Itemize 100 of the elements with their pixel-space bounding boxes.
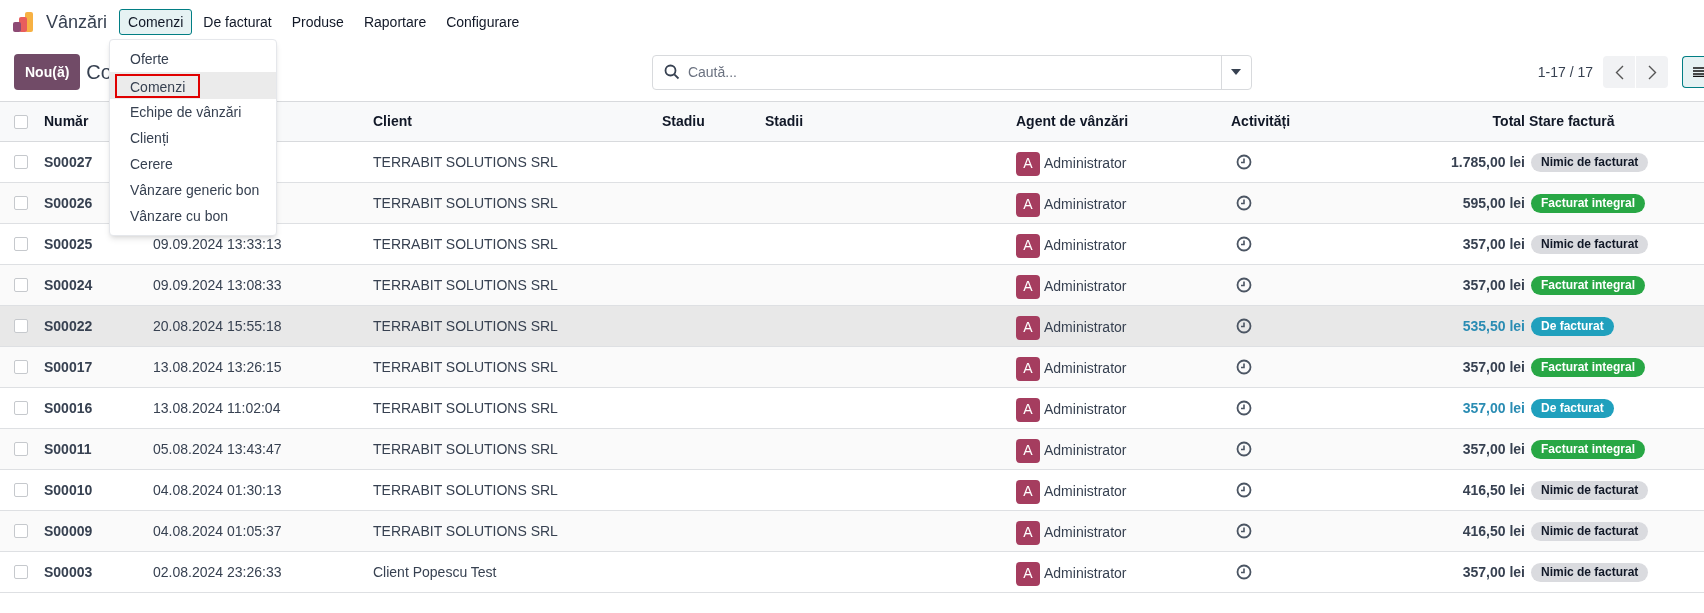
order-date: 04.08.2024 01:05:37 [153, 521, 282, 541]
menu-item[interactable]: Echipe de vânzări [115, 101, 257, 123]
order-date: 20.08.2024 15:55:18 [153, 316, 282, 336]
row-checkbox[interactable] [14, 360, 28, 374]
clock-icon[interactable] [1236, 236, 1252, 252]
status-badge: Facturat integral [1531, 357, 1646, 377]
menu-item[interactable]: Vânzare generic bon [115, 179, 275, 201]
row-checkbox[interactable] [14, 155, 28, 169]
row-checkbox[interactable] [14, 278, 28, 292]
agent-name: Administrator [1044, 154, 1127, 173]
total-amount: 416,50 lei [1462, 480, 1526, 500]
search-icon [663, 64, 680, 80]
avatar: A [1016, 356, 1040, 381]
order-number: S00003 [44, 562, 93, 582]
total-amount: 357,00 lei [1462, 275, 1526, 295]
chevron-right-icon [1647, 64, 1657, 80]
client-name: TERRABIT SOLUTIONS SRL [373, 521, 558, 541]
clock-icon[interactable] [1236, 564, 1252, 580]
agent-name: Administrator [1044, 400, 1127, 419]
nav-menu-item[interactable]: Produse [282, 9, 353, 35]
status-badge: Facturat integral [1531, 439, 1646, 459]
new-button[interactable]: Nou(ă) [14, 54, 81, 90]
avatar: A [1016, 479, 1040, 504]
row-checkbox[interactable] [14, 401, 28, 415]
chevron-left-icon [1614, 64, 1624, 80]
list-view-button[interactable] [1682, 56, 1704, 88]
row-checkbox[interactable] [14, 483, 28, 497]
total-amount: 357,00 lei [1462, 398, 1526, 418]
order-date: 02.08.2024 23:26:33 [153, 562, 282, 582]
clock-icon[interactable] [1236, 523, 1252, 539]
column-header[interactable]: Activități [1231, 111, 1291, 132]
select-all-checkbox[interactable] [14, 114, 28, 129]
search-field[interactable]: Caută... [687, 61, 1221, 83]
clock-icon[interactable] [1236, 277, 1252, 293]
row-checkbox[interactable] [14, 196, 28, 210]
nav-menu-item[interactable]: Configurare [437, 9, 529, 35]
order-number: S00024 [44, 275, 93, 295]
menu-item[interactable]: Clienți [115, 127, 184, 149]
agent-name: Administrator [1044, 441, 1127, 460]
nav-menu-item[interactable]: De facturat [194, 9, 281, 35]
clock-icon[interactable] [1236, 359, 1252, 375]
client-name: TERRABIT SOLUTIONS SRL [373, 152, 558, 172]
column-header[interactable]: Stadii [765, 111, 804, 132]
avatar: A [1016, 192, 1040, 217]
column-header[interactable]: Stare factură [1529, 111, 1615, 132]
agent-name: Administrator [1044, 318, 1127, 337]
row-checkbox[interactable] [14, 442, 28, 456]
order-number: S00026 [44, 193, 93, 213]
total-amount: 535,50 lei [1462, 316, 1526, 336]
column-header[interactable]: Număr [44, 111, 89, 132]
total-amount: 1.785,00 lei [1451, 152, 1526, 172]
agent-name: Administrator [1044, 482, 1127, 501]
agent-name: Administrator [1044, 523, 1127, 542]
column-header[interactable]: Client [373, 111, 412, 132]
client-name: Client Popescu Test [373, 562, 497, 582]
avatar: A [1016, 315, 1040, 340]
status-badge: De facturat [1531, 398, 1614, 418]
client-name: TERRABIT SOLUTIONS SRL [373, 234, 558, 254]
order-number: S00011 [44, 439, 92, 459]
row-checkbox[interactable] [14, 524, 28, 538]
avatar: A [1016, 274, 1040, 299]
order-date: 13.08.2024 11:02:04 [153, 398, 281, 418]
clock-icon[interactable] [1236, 318, 1252, 334]
avatar: A [1016, 151, 1040, 176]
order-number: S00027 [44, 152, 93, 172]
status-badge: Nimic de facturat [1531, 480, 1649, 500]
row-checkbox[interactable] [14, 565, 28, 579]
menu-item[interactable]: Cerere [115, 153, 188, 175]
clock-icon[interactable] [1236, 482, 1252, 498]
clock-icon[interactable] [1236, 195, 1252, 211]
clock-icon[interactable] [1236, 400, 1252, 416]
caret-icon [1231, 69, 1242, 75]
avatar: A [1016, 438, 1040, 463]
agent-name: Administrator [1044, 564, 1127, 583]
agent-name: Administrator [1044, 277, 1127, 296]
clock-icon[interactable] [1236, 154, 1252, 170]
client-name: TERRABIT SOLUTIONS SRL [373, 316, 558, 336]
client-name: TERRABIT SOLUTIONS SRL [373, 439, 558, 459]
column-header[interactable]: Total [1492, 111, 1529, 132]
nav-menu-item[interactable]: Raportare [354, 9, 436, 35]
app-title[interactable]: Vânzări [46, 8, 108, 36]
nav-menu-item[interactable]: Comenzi [119, 9, 193, 35]
total-amount: 357,00 lei [1462, 357, 1526, 377]
row-checkbox[interactable] [14, 319, 28, 333]
column-header[interactable]: Stadiu [662, 111, 705, 132]
menu-item[interactable]: Oferte [115, 48, 184, 70]
avatar: A [1016, 397, 1040, 422]
order-date: 13.08.2024 13:26:15 [153, 357, 282, 377]
bar-chart-icon[interactable] [12, 11, 34, 33]
search-box[interactable]: Caută... [651, 54, 1252, 90]
client-name: TERRABIT SOLUTIONS SRL [373, 398, 558, 418]
total-amount: 357,00 lei [1462, 562, 1526, 582]
clock-icon[interactable] [1236, 441, 1252, 457]
menu-item[interactable]: Comenzi [115, 73, 201, 98]
row-checkbox[interactable] [14, 237, 28, 251]
avatar: A [1016, 561, 1040, 586]
menu-item[interactable]: Vânzare cu bon [115, 205, 244, 227]
order-number: S00022 [44, 316, 93, 336]
order-date: 09.09.2024 13:08:33 [153, 275, 282, 295]
column-header[interactable]: Agent de vânzări [1016, 111, 1129, 132]
